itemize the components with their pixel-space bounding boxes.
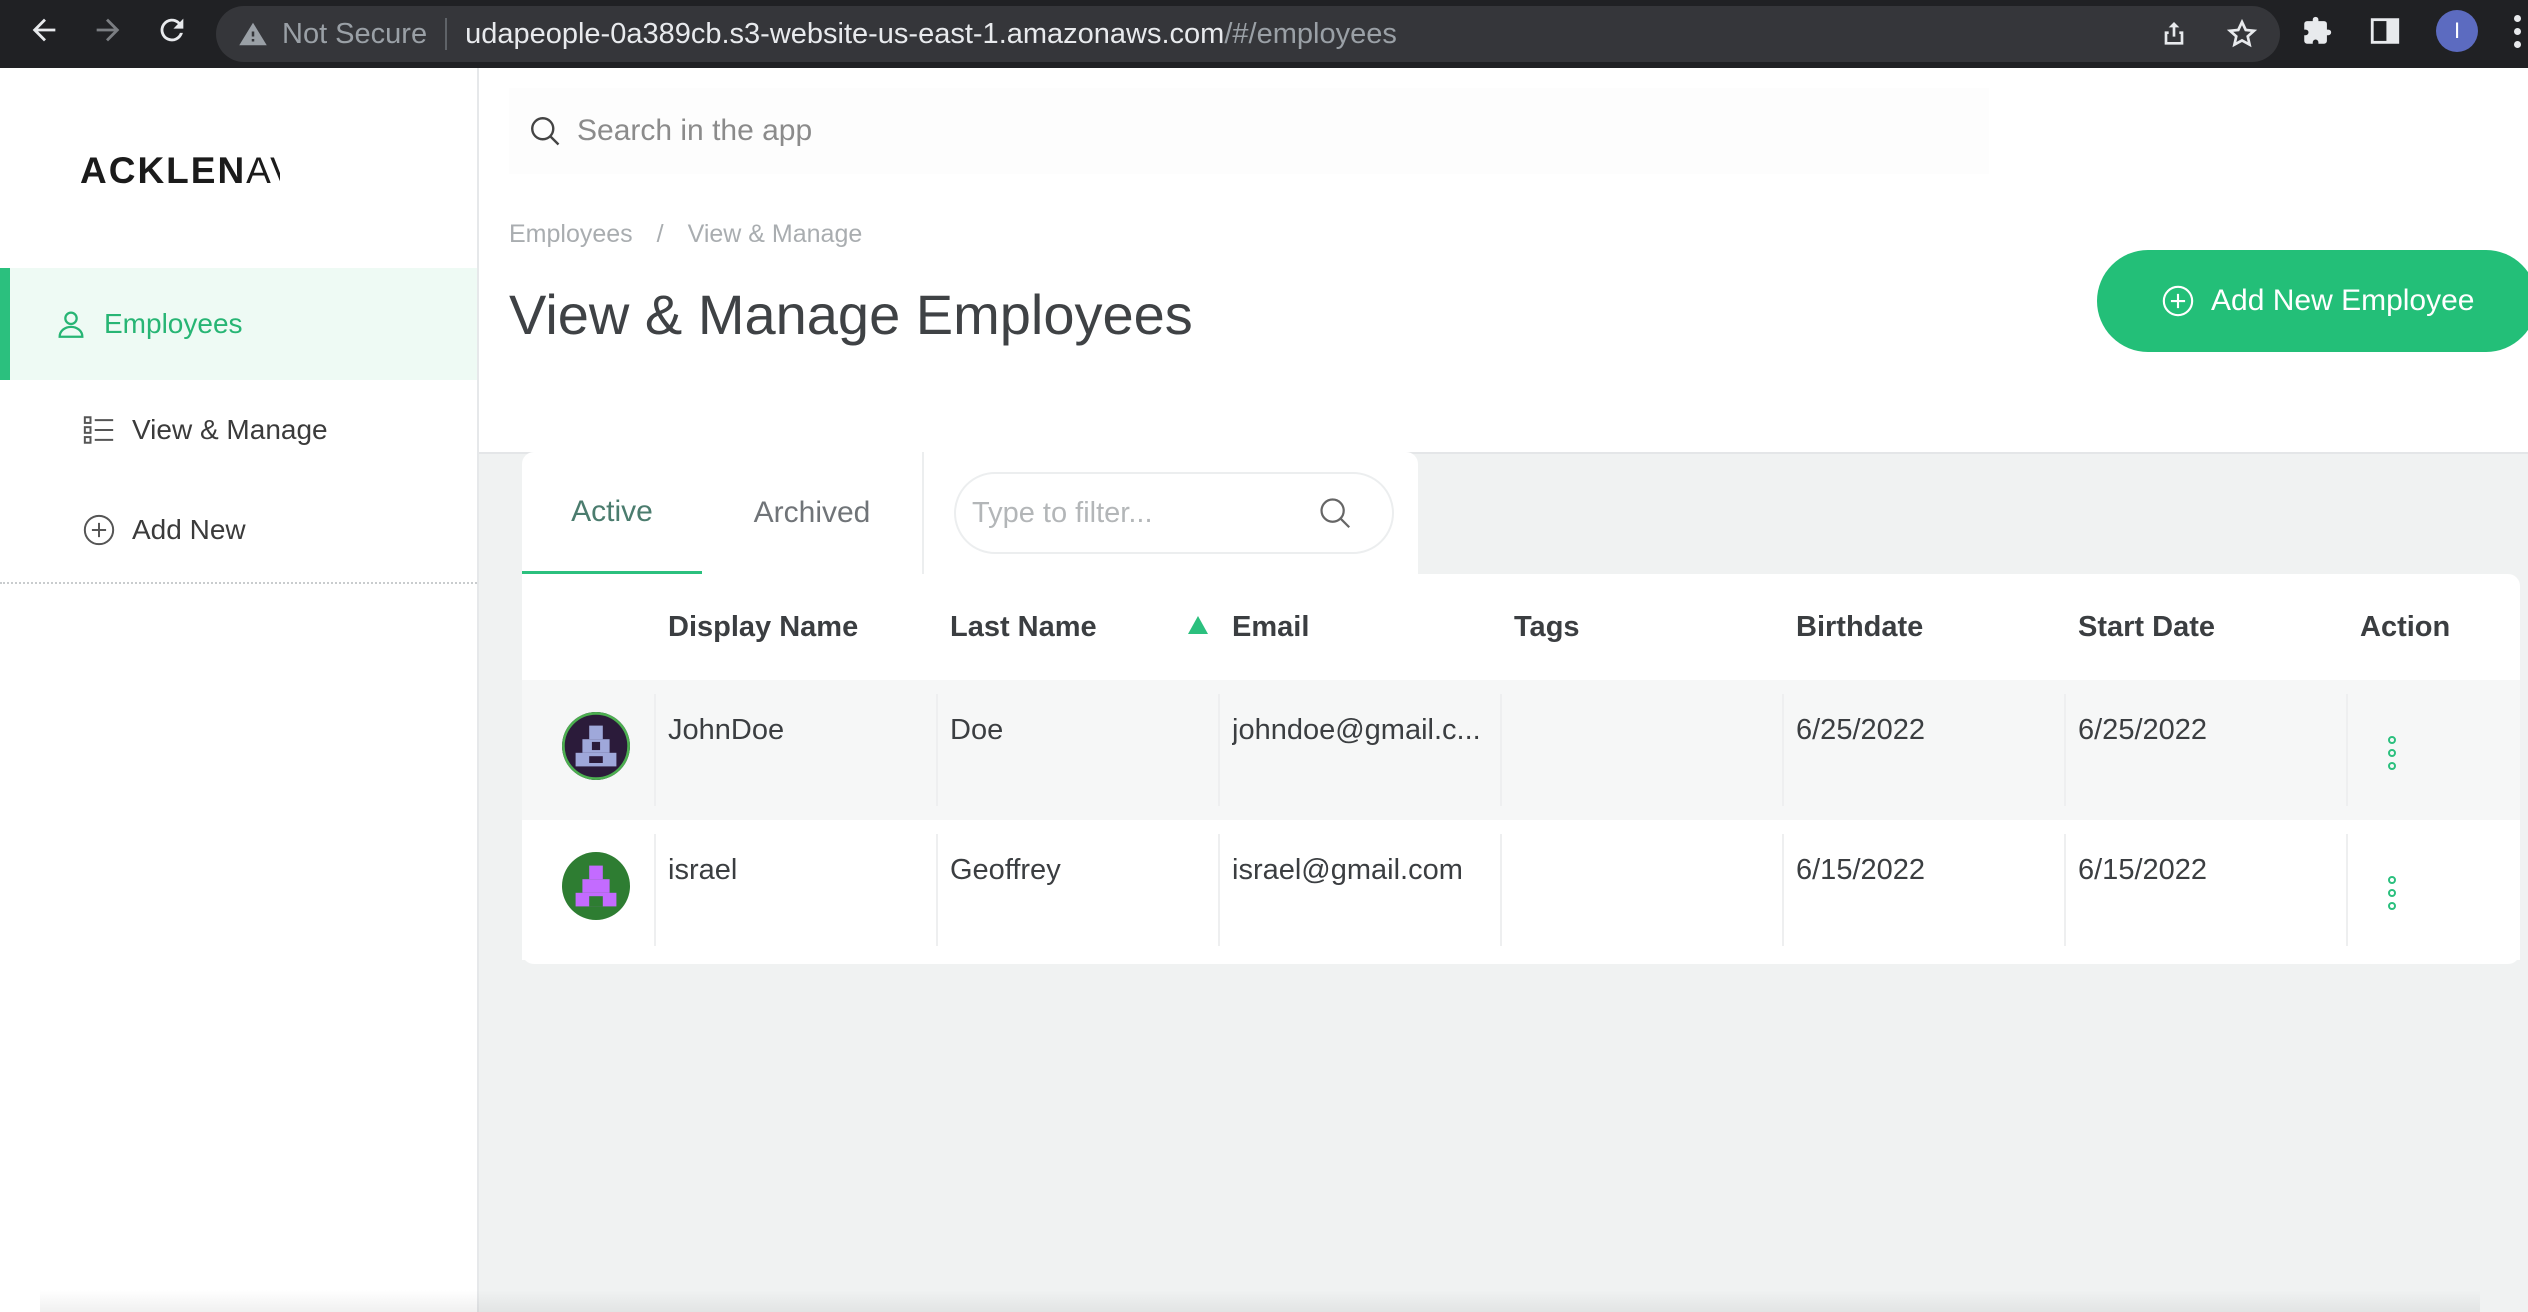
logo: ACKLENAV bbox=[80, 150, 280, 191]
add-button-label: Add New Employee bbox=[2211, 284, 2475, 317]
cell-divider bbox=[1500, 694, 1502, 806]
add-new-employee-button[interactable]: Add New Employee bbox=[2097, 250, 2528, 352]
bookmark-star-icon[interactable] bbox=[2226, 18, 2258, 50]
profile-avatar[interactable]: I bbox=[2436, 10, 2478, 52]
tabs-divider bbox=[922, 452, 924, 574]
sidebar: ACKLENAV Employees View & Manage Add New bbox=[0, 68, 479, 1312]
sidebar-item-view-manage[interactable]: View & Manage bbox=[0, 374, 477, 486]
breadcrumb-employees[interactable]: Employees bbox=[509, 220, 633, 249]
reload-icon[interactable] bbox=[148, 6, 196, 54]
cell-divider bbox=[1782, 834, 1784, 946]
breadcrumb-separator: / bbox=[656, 220, 664, 248]
search-bar bbox=[509, 88, 1989, 174]
back-icon[interactable] bbox=[20, 6, 68, 54]
share-icon[interactable] bbox=[2158, 18, 2190, 50]
sidebar-divider bbox=[0, 582, 477, 584]
column-header-birthdate[interactable]: Birthdate bbox=[1796, 611, 1923, 644]
sidebar-item-label: View & Manage bbox=[132, 414, 328, 445]
sidebar-item-label: Employees bbox=[104, 308, 243, 339]
cell-divider bbox=[2064, 694, 2066, 806]
page-title: View & Manage Employees bbox=[509, 283, 1193, 346]
filter-input[interactable] bbox=[972, 496, 1312, 530]
cell-divider bbox=[1218, 834, 1220, 946]
cell-last-name: Doe bbox=[950, 714, 1004, 746]
forward-icon[interactable] bbox=[84, 6, 132, 54]
sidebar-item-employees[interactable]: Employees bbox=[0, 268, 477, 380]
column-header-tags[interactable]: Tags bbox=[1514, 611, 1580, 644]
cell-last-name: Geoffrey bbox=[950, 854, 1061, 886]
sidebar-item-label: Add New bbox=[132, 514, 246, 545]
column-header-action: Action bbox=[2360, 610, 2451, 643]
cell-divider bbox=[654, 834, 656, 946]
cell-email: johndoe@gmail.c... bbox=[1232, 714, 1481, 746]
cell-divider bbox=[2064, 834, 2066, 946]
column-header-display-name[interactable]: Display Name bbox=[668, 611, 858, 644]
security-label[interactable]: Not Secure bbox=[282, 18, 427, 51]
cell-birthdate: 6/25/2022 bbox=[1796, 714, 1926, 746]
search-icon bbox=[531, 117, 560, 146]
cell-divider bbox=[2346, 834, 2348, 946]
row-action-menu-icon[interactable] bbox=[2388, 876, 2396, 910]
browser-toolbar: Not Secure udapeople-0a389cb.s3-website-… bbox=[0, 0, 2528, 68]
address-bar[interactable]: Not Secure udapeople-0a389cb.s3-website-… bbox=[216, 6, 2280, 62]
row-action-menu-icon[interactable] bbox=[2388, 736, 2396, 770]
search-icon[interactable] bbox=[1316, 494, 1354, 532]
column-header-email[interactable]: Email bbox=[1232, 611, 1309, 644]
extensions-icon[interactable] bbox=[2300, 14, 2334, 48]
cell-divider bbox=[1218, 694, 1220, 806]
cell-email: israel@gmail.com bbox=[1232, 854, 1463, 886]
table-row[interactable]: israel Geoffrey israel@gmail.com 6/15/20… bbox=[522, 820, 2520, 960]
table-row[interactable]: JohnDoe Doe johndoe@gmail.c... 6/25/2022… bbox=[522, 680, 2520, 820]
column-header-start-date[interactable]: Start Date bbox=[2078, 611, 2215, 644]
cell-divider bbox=[936, 694, 938, 806]
cell-divider bbox=[654, 694, 656, 806]
url-path: /#/employees bbox=[1224, 17, 1397, 50]
column-header-last-name[interactable]: Last Name bbox=[950, 611, 1097, 644]
warning-icon bbox=[239, 22, 267, 46]
cell-start-date: 6/25/2022 bbox=[2078, 714, 2208, 746]
sort-ascending-icon[interactable] bbox=[1188, 616, 1208, 634]
tab-archived[interactable]: Archived bbox=[702, 452, 922, 574]
side-panel-icon[interactable] bbox=[2368, 14, 2402, 48]
cell-tags bbox=[1514, 680, 1784, 820]
omnibox-divider bbox=[445, 18, 448, 50]
filter-box bbox=[954, 472, 1394, 554]
cell-divider bbox=[1500, 834, 1502, 946]
cell-birthdate: 6/15/2022 bbox=[1796, 854, 1926, 886]
cell-divider bbox=[2346, 694, 2348, 806]
tabs-card: Active Archived bbox=[522, 452, 1418, 574]
cell-display-name: israel bbox=[668, 854, 738, 886]
bottom-shadow bbox=[40, 1290, 2480, 1312]
breadcrumb-view-manage[interactable]: View & Manage bbox=[688, 220, 863, 249]
search-input[interactable] bbox=[577, 114, 1877, 148]
cell-start-date: 6/15/2022 bbox=[2078, 854, 2208, 886]
avatar bbox=[562, 712, 630, 780]
avatar bbox=[562, 852, 630, 920]
cell-display-name: JohnDoe bbox=[668, 714, 785, 746]
cell-divider bbox=[1782, 694, 1784, 806]
main-content: Employees / View & Manage View & Manage … bbox=[479, 68, 2528, 1312]
cell-tags bbox=[1514, 820, 1784, 960]
tab-active[interactable]: Active bbox=[522, 452, 702, 574]
topbar bbox=[479, 68, 2528, 204]
user-icon bbox=[58, 311, 84, 338]
url-host: udapeople-0a389cb.s3-website-us-east-1.a… bbox=[465, 17, 1225, 50]
browser-menu-icon[interactable] bbox=[2512, 14, 2522, 48]
plus-circle-icon bbox=[83, 514, 115, 546]
plus-circle-icon bbox=[2162, 285, 2194, 317]
table-header: Display Name Last Name Email Tags Birthd… bbox=[522, 574, 2520, 680]
list-icon bbox=[83, 416, 114, 444]
breadcrumb: Employees / View & Manage bbox=[509, 220, 862, 249]
employees-table: Display Name Last Name Email Tags Birthd… bbox=[522, 574, 2520, 964]
sidebar-item-add-new[interactable]: Add New bbox=[0, 474, 477, 586]
cell-divider bbox=[936, 834, 938, 946]
